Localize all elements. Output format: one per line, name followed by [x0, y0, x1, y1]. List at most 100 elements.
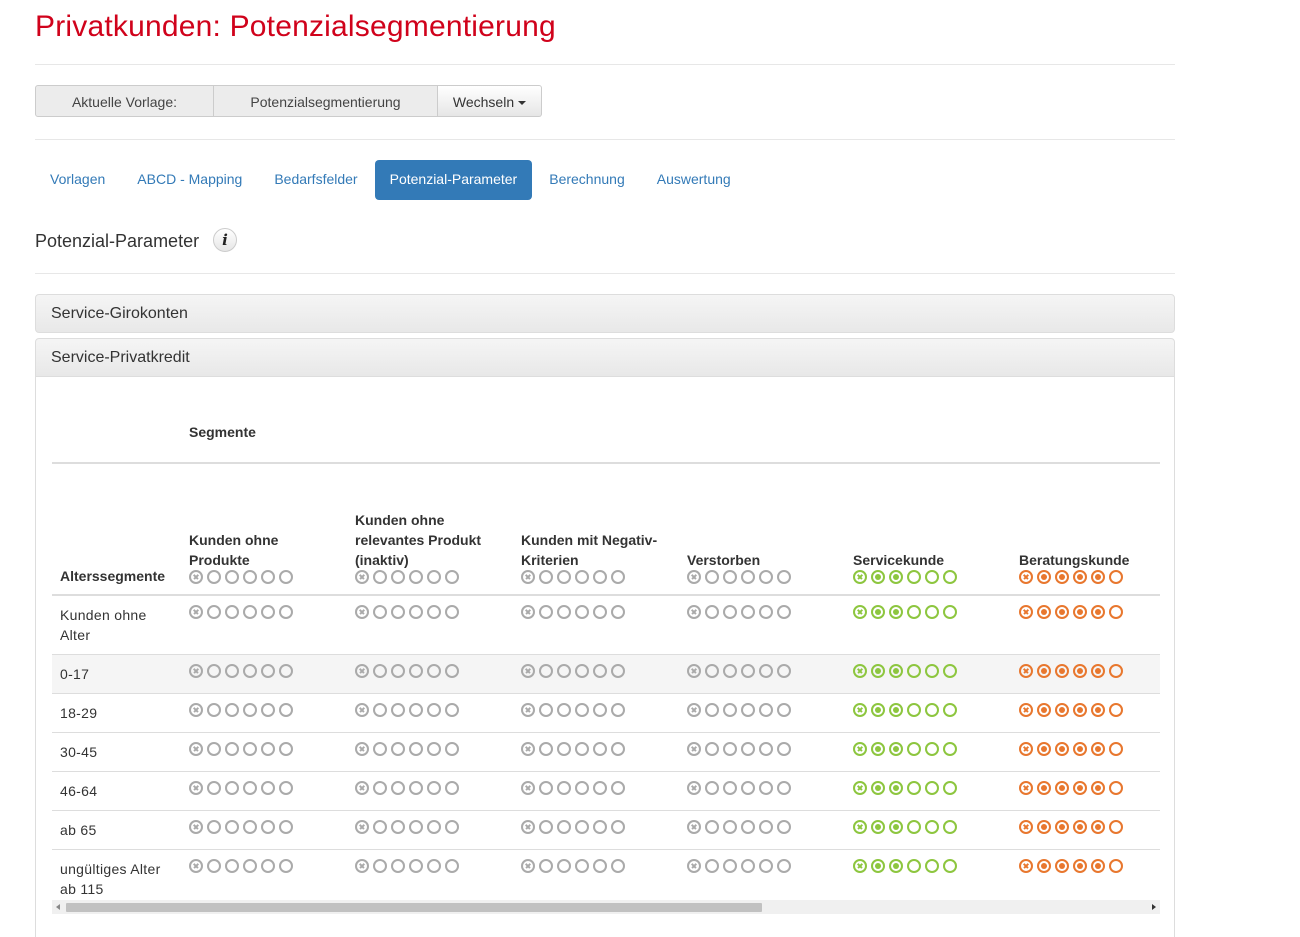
rating-empty-icon[interactable]: [243, 664, 257, 678]
rating-empty-icon[interactable]: [759, 781, 773, 795]
rating-empty-icon[interactable]: [575, 664, 589, 678]
tab-auswertung[interactable]: Auswertung: [642, 160, 746, 200]
rating-empty-icon[interactable]: [391, 664, 405, 678]
rating-empty-icon[interactable]: [741, 820, 755, 834]
clear-rating-icon[interactable]: [1019, 703, 1033, 717]
rating-empty-icon[interactable]: [373, 703, 387, 717]
clear-rating-icon[interactable]: [687, 703, 701, 717]
clear-rating-icon[interactable]: [355, 742, 369, 756]
clear-rating-icon[interactable]: [189, 859, 203, 873]
tab-bedarfsfelder[interactable]: Bedarfsfelder: [259, 160, 372, 200]
clear-rating-icon[interactable]: [1019, 664, 1033, 678]
rating-empty-icon[interactable]: [705, 703, 719, 717]
rating-filled-icon[interactable]: [1055, 742, 1069, 756]
rating-empty-icon[interactable]: [539, 742, 553, 756]
rating-empty-icon[interactable]: [391, 781, 405, 795]
rating-empty-icon[interactable]: [279, 664, 293, 678]
rating-filled-icon[interactable]: [871, 703, 885, 717]
rating-empty-icon[interactable]: [611, 781, 625, 795]
rating-empty-icon[interactable]: [759, 820, 773, 834]
clear-rating-icon[interactable]: [521, 664, 535, 678]
rating-empty-icon[interactable]: [705, 664, 719, 678]
rating-empty-icon[interactable]: [611, 703, 625, 717]
rating-empty-icon[interactable]: [445, 664, 459, 678]
clear-rating-icon[interactable]: [189, 781, 203, 795]
rating-empty-icon[interactable]: [611, 605, 625, 619]
clear-rating-icon[interactable]: [1019, 859, 1033, 873]
rating-empty-icon[interactable]: [539, 664, 553, 678]
rating-empty-icon[interactable]: [243, 570, 257, 584]
rating-empty-icon[interactable]: [593, 664, 607, 678]
rating-empty-icon[interactable]: [391, 703, 405, 717]
rating-empty-icon[interactable]: [279, 742, 293, 756]
rating-empty-icon[interactable]: [279, 820, 293, 834]
rating-empty-icon[interactable]: [759, 664, 773, 678]
rating-filled-icon[interactable]: [1091, 703, 1105, 717]
tab-potenzial-parameter[interactable]: Potenzial-Parameter: [374, 160, 533, 200]
rating-empty-icon[interactable]: [225, 703, 239, 717]
rating-empty-icon[interactable]: [445, 820, 459, 834]
rating-empty-icon[interactable]: [943, 820, 957, 834]
rating-empty-icon[interactable]: [925, 664, 939, 678]
rating-empty-icon[interactable]: [557, 742, 571, 756]
rating-filled-icon[interactable]: [889, 664, 903, 678]
panel-service-privatkredit[interactable]: Service-Privatkredit: [35, 338, 1175, 377]
rating-empty-icon[interactable]: [593, 703, 607, 717]
rating-empty-icon[interactable]: [391, 605, 405, 619]
clear-rating-icon[interactable]: [1019, 742, 1033, 756]
rating-filled-icon[interactable]: [871, 570, 885, 584]
rating-filled-icon[interactable]: [1037, 781, 1051, 795]
rating-empty-icon[interactable]: [391, 820, 405, 834]
rating-empty-icon[interactable]: [373, 820, 387, 834]
rating-empty-icon[interactable]: [1109, 570, 1123, 584]
rating-filled-icon[interactable]: [1055, 820, 1069, 834]
rating-filled-icon[interactable]: [1073, 781, 1087, 795]
rating-empty-icon[interactable]: [427, 605, 441, 619]
rating-empty-icon[interactable]: [243, 859, 257, 873]
rating-empty-icon[interactable]: [705, 820, 719, 834]
rating-empty-icon[interactable]: [373, 742, 387, 756]
rating-empty-icon[interactable]: [409, 703, 423, 717]
rating-empty-icon[interactable]: [759, 703, 773, 717]
rating-empty-icon[interactable]: [261, 781, 275, 795]
rating-empty-icon[interactable]: [925, 570, 939, 584]
rating-empty-icon[interactable]: [593, 859, 607, 873]
rating-empty-icon[interactable]: [557, 570, 571, 584]
rating-empty-icon[interactable]: [611, 664, 625, 678]
rating-empty-icon[interactable]: [759, 605, 773, 619]
rating-empty-icon[interactable]: [593, 820, 607, 834]
scroll-thumb[interactable]: [66, 903, 762, 912]
rating-filled-icon[interactable]: [871, 859, 885, 873]
rating-filled-icon[interactable]: [1091, 605, 1105, 619]
clear-rating-icon[interactable]: [189, 703, 203, 717]
rating-empty-icon[interactable]: [539, 703, 553, 717]
rating-empty-icon[interactable]: [705, 859, 719, 873]
rating-empty-icon[interactable]: [943, 703, 957, 717]
rating-empty-icon[interactable]: [925, 742, 939, 756]
rating-empty-icon[interactable]: [593, 781, 607, 795]
clear-rating-icon[interactable]: [687, 605, 701, 619]
clear-rating-icon[interactable]: [521, 820, 535, 834]
rating-empty-icon[interactable]: [261, 742, 275, 756]
rating-empty-icon[interactable]: [427, 742, 441, 756]
rating-empty-icon[interactable]: [943, 605, 957, 619]
rating-empty-icon[interactable]: [409, 820, 423, 834]
rating-empty-icon[interactable]: [373, 859, 387, 873]
rating-empty-icon[interactable]: [741, 742, 755, 756]
rating-empty-icon[interactable]: [777, 859, 791, 873]
rating-empty-icon[interactable]: [705, 570, 719, 584]
rating-empty-icon[interactable]: [539, 859, 553, 873]
scroll-left-icon[interactable]: [56, 904, 60, 910]
rating-empty-icon[interactable]: [243, 703, 257, 717]
rating-empty-icon[interactable]: [723, 742, 737, 756]
rating-filled-icon[interactable]: [1055, 703, 1069, 717]
rating-filled-icon[interactable]: [1073, 820, 1087, 834]
rating-empty-icon[interactable]: [723, 664, 737, 678]
clear-rating-icon[interactable]: [521, 742, 535, 756]
rating-filled-icon[interactable]: [1037, 859, 1051, 873]
rating-filled-icon[interactable]: [889, 703, 903, 717]
clear-rating-icon[interactable]: [687, 820, 701, 834]
rating-empty-icon[interactable]: [557, 859, 571, 873]
clear-rating-icon[interactable]: [1019, 820, 1033, 834]
rating-empty-icon[interactable]: [907, 605, 921, 619]
